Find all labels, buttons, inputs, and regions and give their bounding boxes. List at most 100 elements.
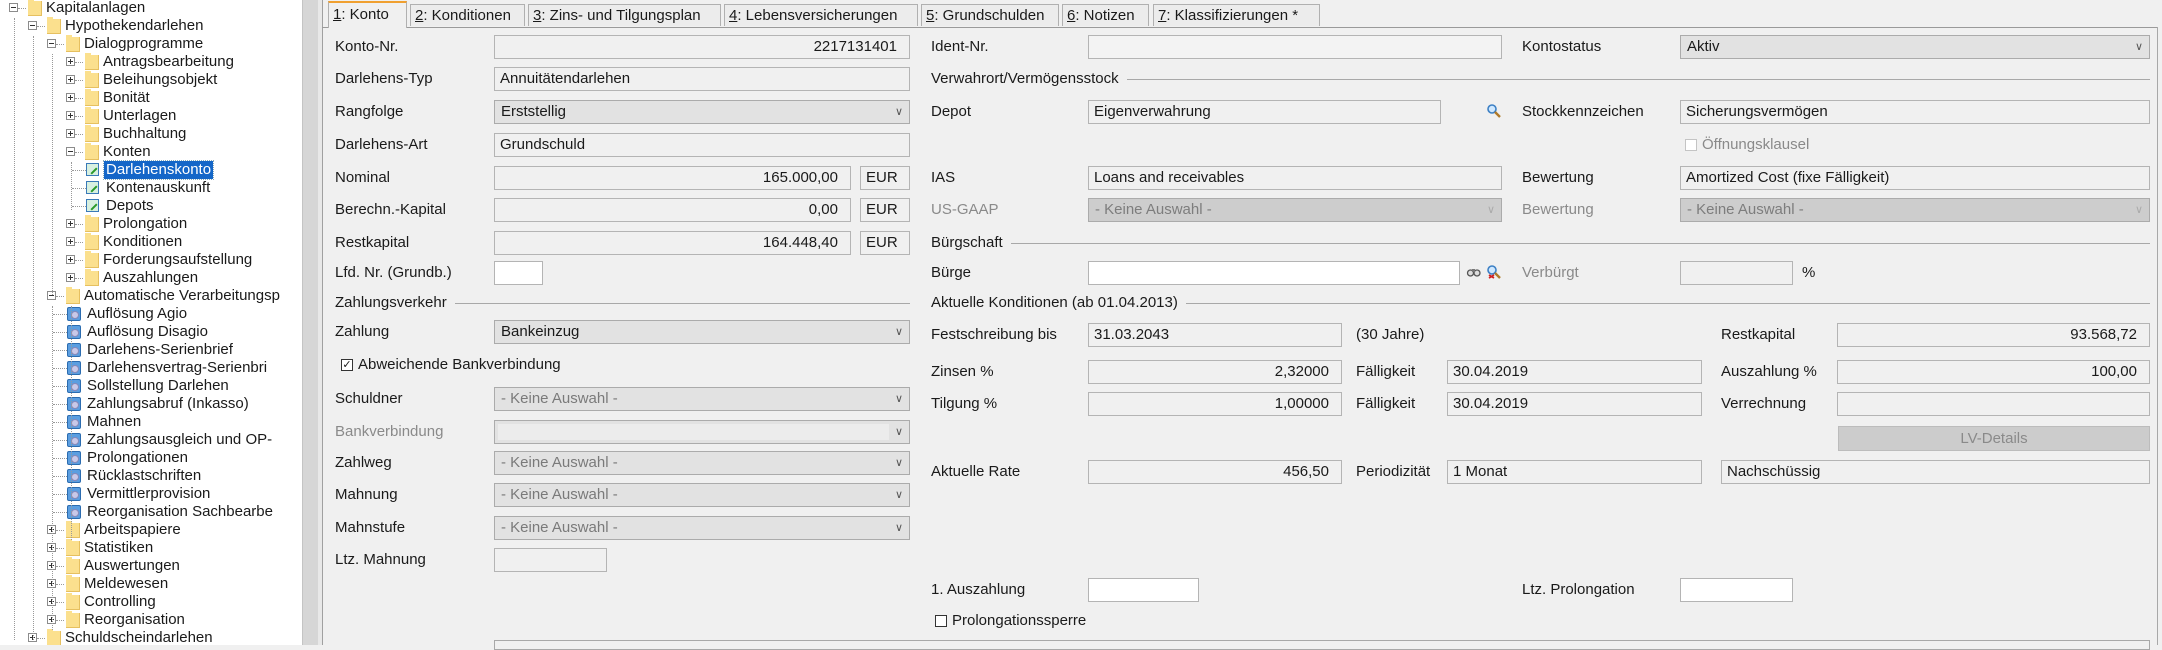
tree-scrollbar[interactable] — [302, 0, 319, 645]
darlehens-typ-field[interactable]: Annuitätendarlehen — [494, 67, 910, 91]
zinsen-field[interactable]: 2,32000 — [1088, 360, 1342, 384]
search-remove-icon[interactable] — [1486, 264, 1502, 282]
tree-item[interactable]: Statistiken — [0, 539, 300, 557]
tree-item[interactable]: Unterlagen — [0, 107, 300, 125]
festschreibung-field[interactable]: 31.03.2043 — [1088, 323, 1342, 347]
bewertung-ias-field[interactable]: Amortized Cost (fixe Fälligkeit) — [1680, 166, 2150, 190]
bankverbindung-select[interactable]: ∨ — [494, 420, 910, 444]
tree-item[interactable]: Bonität — [0, 89, 300, 107]
tree-item[interactable]: Auflösung Disagio — [0, 323, 300, 341]
chevron-down-icon[interactable]: ∨ — [895, 388, 903, 410]
tree-item[interactable]: Zahlungsausgleich und OP- — [0, 431, 300, 449]
restkapital-currency[interactable]: EUR — [860, 231, 910, 255]
lv-details-button[interactable]: LV-Details — [1838, 426, 2150, 451]
mahnung-select[interactable]: - Keine Auswahl - ∨ — [494, 483, 910, 507]
nominal-currency[interactable]: EUR — [860, 166, 910, 190]
nominal-field[interactable]: 165.000,00 — [494, 166, 851, 190]
tree-item[interactable]: Darlehensvertrag-Serienbri — [0, 359, 300, 377]
verbuergt-field[interactable] — [1680, 261, 1793, 285]
expand-icon[interactable] — [66, 93, 75, 102]
tree-item[interactable]: Beleihungsobjekt — [0, 71, 300, 89]
tree-item[interactable]: Auszahlungen — [0, 269, 300, 287]
berechn-kapital-field[interactable]: 0,00 — [494, 198, 851, 222]
tab-konto[interactable]: 1: Konto — [328, 1, 407, 28]
kontostatus-select[interactable]: Aktiv ∨ — [1680, 35, 2150, 59]
tree-item[interactable]: Automatische Verarbeitungsp — [0, 287, 300, 305]
search-icon[interactable] — [1486, 103, 1502, 121]
berechn-kapital-currency[interactable]: EUR — [860, 198, 910, 222]
chevron-down-icon[interactable]: ∨ — [1487, 199, 1495, 221]
expand-icon[interactable] — [66, 111, 75, 120]
bewertung-gaap-select[interactable]: - Keine Auswahl - ∨ — [1680, 198, 2150, 222]
lfd-nr-input[interactable] — [494, 261, 543, 285]
restkapital-field[interactable]: 164.448,40 — [494, 231, 851, 255]
collapse-icon[interactable] — [9, 3, 18, 12]
tree-item[interactable]: Auswertungen — [0, 557, 300, 575]
tree-item[interactable]: Prolongationen — [0, 449, 300, 467]
ltz-prolongation-input[interactable] — [1680, 578, 1793, 602]
chevron-down-icon[interactable]: ∨ — [895, 321, 903, 343]
tree-item[interactable]: Rücklastschriften — [0, 467, 300, 485]
chevron-down-icon[interactable]: ∨ — [895, 452, 903, 474]
ias-field[interactable]: Loans and receivables — [1088, 166, 1502, 190]
collapse-icon[interactable] — [47, 39, 56, 48]
expand-icon[interactable] — [66, 255, 75, 264]
tree-item[interactable]: Reorganisation Sachbearbe — [0, 503, 300, 521]
mahnstufe-select[interactable]: - Keine Auswahl - ∨ — [494, 516, 910, 540]
tree-item[interactable]: Antragsbearbeitung — [0, 53, 300, 71]
tree-item[interactable]: Depots — [0, 197, 300, 215]
zahlweg-select[interactable]: - Keine Auswahl - ∨ — [494, 451, 910, 475]
restkapital-aktuell-field[interactable]: 93.568,72 — [1837, 323, 2150, 347]
depot-field[interactable]: Eigenverwahrung — [1088, 100, 1441, 124]
collapse-icon[interactable] — [66, 147, 75, 156]
tab-lebensversicherungen[interactable]: 4: Lebensversicherungen — [724, 4, 918, 26]
navigation-tree[interactable]: Kapitalanlagen Hypothekendarlehen Dialogpr… — [0, 0, 302, 645]
ident-nr-field[interactable] — [1088, 35, 1502, 59]
tree-item[interactable]: Controlling — [0, 593, 300, 611]
tree-item[interactable]: Darlehenskonto — [0, 160, 300, 180]
expand-icon[interactable] — [66, 75, 75, 84]
tree-item[interactable]: Arbeitspapiere — [0, 521, 300, 539]
chevron-down-icon[interactable]: ∨ — [2135, 199, 2143, 221]
abweichende-bankverbindung-checkbox[interactable]: ✓ Abweichende Bankverbindung — [341, 355, 561, 375]
prolongationssperre-checkbox[interactable]: Prolongationssperre — [935, 611, 1086, 631]
expand-icon[interactable] — [66, 237, 75, 246]
tree-item[interactable]: Vermittlerprovision — [0, 485, 300, 503]
tree-item[interactable]: Dialogprogramme — [0, 35, 300, 53]
tree-item[interactable]: Mahnen — [0, 413, 300, 431]
tree-item[interactable]: Meldewesen — [0, 575, 300, 593]
tree-item[interactable]: Schuldscheindarlehen — [0, 629, 300, 645]
aktuelle-rate-field[interactable]: 456,50 — [1088, 460, 1342, 484]
tree-item[interactable]: Forderungsaufstellung — [0, 251, 300, 269]
collapse-icon[interactable] — [28, 21, 37, 30]
erste-auszahlung-input[interactable] — [1088, 578, 1199, 602]
checkbox-unchecked[interactable] — [935, 615, 947, 627]
chevron-down-icon[interactable]: ∨ — [2135, 36, 2143, 58]
ltz-mahnung-field[interactable] — [494, 548, 607, 572]
chevron-down-icon[interactable]: ∨ — [895, 517, 903, 539]
checkbox-checked[interactable]: ✓ — [341, 359, 353, 371]
auszahlung-pct-field[interactable]: 100,00 — [1837, 360, 2150, 384]
tab-klassifizierungen[interactable]: 7: Klassifizierungen * — [1153, 4, 1320, 26]
chevron-down-icon[interactable]: ∨ — [895, 484, 903, 506]
zinsen-faelligkeit-field[interactable]: 30.04.2019 — [1447, 360, 1702, 384]
expand-icon[interactable] — [66, 129, 75, 138]
tab-grundschulden[interactable]: 5: Grundschulden — [921, 4, 1059, 26]
expand-icon[interactable] — [66, 219, 75, 228]
tree-item[interactable]: Konditionen — [0, 233, 300, 251]
tree-item[interactable]: Hypothekendarlehen — [0, 17, 300, 35]
tab-zins-und-tilgungsplan[interactable]: 3: Zins- und Tilgungsplan — [528, 4, 721, 26]
split-pane-divider[interactable] — [318, 0, 323, 645]
tilgung-field[interactable]: 1,00000 — [1088, 392, 1342, 416]
tree-item[interactable]: Auflösung Agio — [0, 305, 300, 323]
chevron-down-icon[interactable]: ∨ — [895, 421, 903, 443]
stockkennzeichen-field[interactable]: Sicherungsvermögen — [1680, 100, 2150, 124]
buerge-input[interactable] — [1088, 261, 1460, 285]
zahlungsart-field[interactable]: Nachschüssig — [1721, 460, 2150, 484]
chevron-down-icon[interactable]: ∨ — [895, 101, 903, 123]
us-gaap-select[interactable]: - Keine Auswahl - ∨ — [1088, 198, 1502, 222]
rangfolge-select[interactable]: Erststellig ∨ — [494, 100, 910, 124]
tree-item[interactable]: Zahlungsabruf (Inkasso) — [0, 395, 300, 413]
tab-notizen[interactable]: 6: Notizen — [1062, 4, 1149, 26]
tree-item[interactable]: Kapitalanlagen — [0, 0, 300, 17]
